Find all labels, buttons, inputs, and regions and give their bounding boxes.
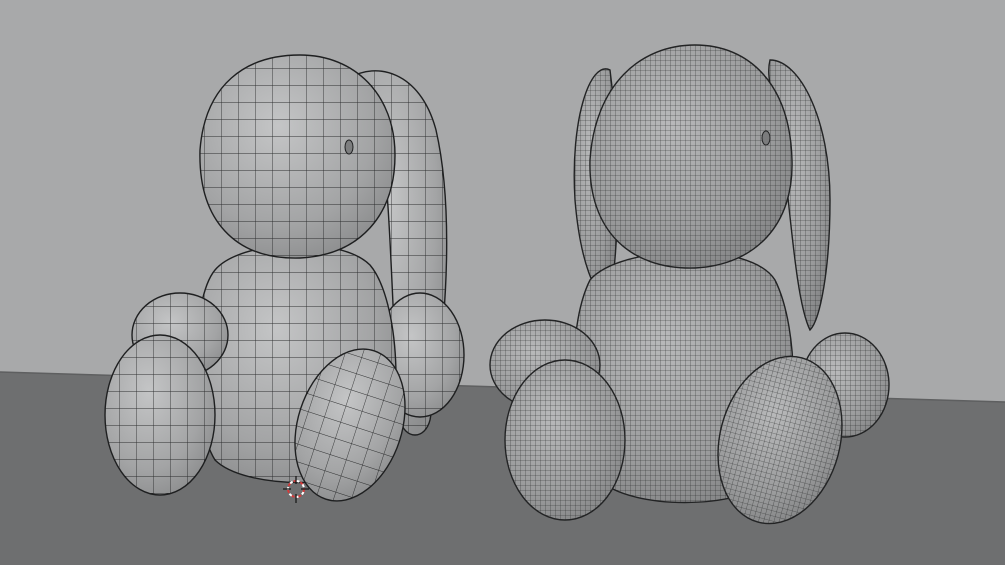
viewport-scene[interactable] [0, 0, 1005, 565]
3d-viewport[interactable] [0, 0, 1005, 565]
bunny-right-eye [761, 130, 771, 146]
bunny-left-eye [344, 139, 354, 155]
